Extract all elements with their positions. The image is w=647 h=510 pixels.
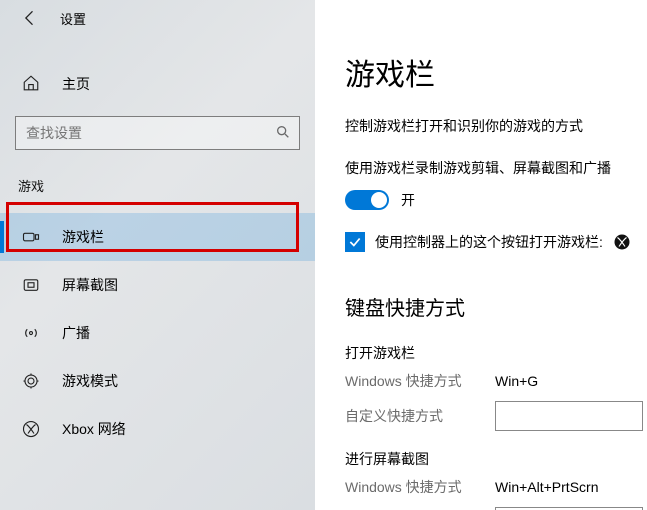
kb1-row1-value: Win+G: [495, 373, 647, 389]
toggle-row: 开: [345, 190, 647, 210]
kb1-row1: Windows 快捷方式 Win+G: [345, 371, 647, 391]
gamebar-toggle[interactable]: [345, 190, 389, 210]
sidebar-item-label: 广播: [62, 323, 90, 343]
sidebar-home[interactable]: 主页: [0, 62, 315, 106]
sidebar-item-broadcast[interactable]: 广播: [0, 309, 315, 357]
search-wrap: [0, 116, 315, 150]
back-icon[interactable]: [20, 8, 40, 28]
search-input[interactable]: [26, 125, 275, 141]
search-box[interactable]: [15, 116, 300, 150]
home-label: 主页: [62, 74, 90, 94]
sidebar-item-gamebar[interactable]: 游戏栏: [0, 213, 315, 261]
header-title: 设置: [60, 9, 86, 28]
page-description: 控制游戏栏打开和识别你的游戏的方式: [345, 116, 647, 136]
kb1-row2-label: 自定义快捷方式: [345, 406, 495, 426]
xbox-icon: [22, 420, 40, 438]
page-title: 游戏栏: [345, 50, 647, 94]
xbox-inline-icon: [613, 233, 631, 251]
gamemode-icon: [22, 372, 40, 390]
sidebar-section-label: 游戏: [0, 176, 315, 195]
gamebar-icon: [22, 228, 40, 246]
checkbox-label: 使用控制器上的这个按钮打开游戏栏:: [375, 232, 603, 252]
sidebar-item-label: 游戏栏: [62, 227, 104, 247]
controller-checkbox[interactable]: [345, 232, 365, 252]
sidebar-item-label: 屏幕截图: [62, 275, 118, 295]
sidebar-nav: 游戏栏 屏幕截图 广播 游戏模式 Xbox 网络: [0, 213, 315, 453]
sidebar: 设置 主页 游戏 游戏栏 屏幕截图: [0, 0, 315, 510]
home-icon: [22, 74, 40, 95]
kb2-row1: Windows 快捷方式 Win+Alt+PrtScrn: [345, 477, 647, 497]
sidebar-item-xbox[interactable]: Xbox 网络: [0, 405, 315, 453]
sidebar-item-gamemode[interactable]: 游戏模式: [0, 357, 315, 405]
keyboard-section-title: 键盘快捷方式: [345, 292, 647, 321]
kb1-title: 打开游戏栏: [345, 343, 647, 363]
kb1-row1-label: Windows 快捷方式: [345, 371, 495, 391]
kb2-row1-value: Win+Alt+PrtScrn: [495, 479, 647, 495]
search-icon: [275, 124, 291, 143]
sidebar-item-label: Xbox 网络: [62, 419, 126, 439]
kb1-custom-input[interactable]: [495, 401, 643, 431]
main-content: 游戏栏 控制游戏栏打开和识别你的游戏的方式 使用游戏栏录制游戏剪辑、屏幕截图和广…: [315, 0, 647, 510]
checkbox-row: 使用控制器上的这个按钮打开游戏栏:: [345, 232, 647, 252]
toggle-label: 开: [401, 190, 415, 210]
screenshot-icon: [22, 276, 40, 294]
toggle-title: 使用游戏栏录制游戏剪辑、屏幕截图和广播: [345, 158, 647, 178]
kb2-row1-label: Windows 快捷方式: [345, 477, 495, 497]
kb2-title: 进行屏幕截图: [345, 449, 647, 469]
window-header: 设置: [0, 0, 315, 36]
sidebar-item-label: 游戏模式: [62, 371, 118, 391]
sidebar-item-screenshot[interactable]: 屏幕截图: [0, 261, 315, 309]
broadcast-icon: [22, 324, 40, 342]
kb1-row2: 自定义快捷方式: [345, 401, 647, 431]
